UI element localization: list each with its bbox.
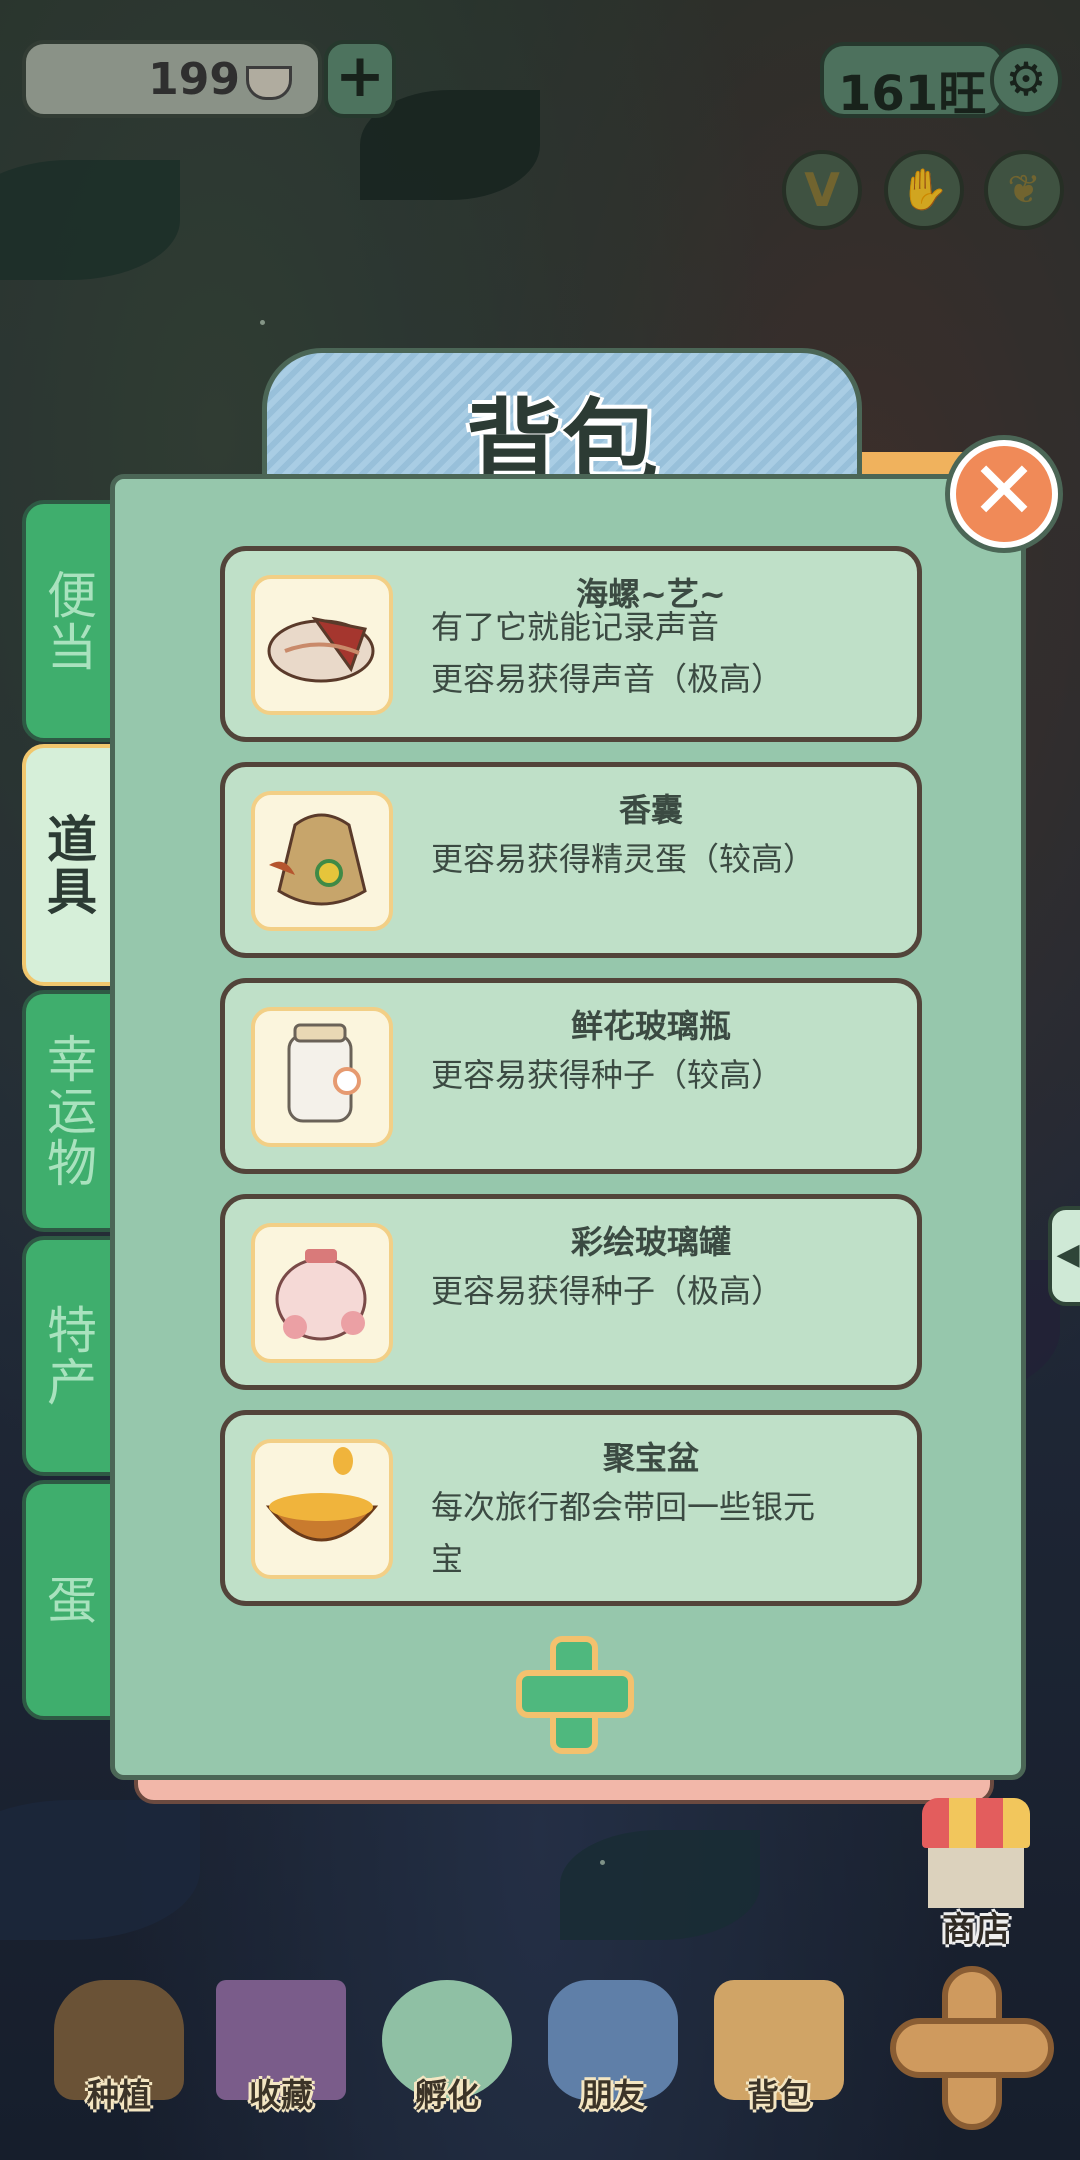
shop-awning-icon — [922, 1798, 1030, 1848]
item-name: 鲜花玻璃瓶 — [570, 1007, 731, 1045]
item-card-treasure-bowl[interactable]: 聚宝盆 每次旅行都会带回一些银元 宝 — [220, 1410, 922, 1606]
item-name: 彩绘玻璃罐 — [570, 1223, 731, 1261]
painted-glass-jar-icon — [251, 1223, 393, 1363]
tab-bento[interactable]: 便当 — [22, 500, 114, 742]
shop-button[interactable]: 商店 — [914, 1790, 1038, 1950]
item-description: 更容易获得精灵蛋（较高） — [431, 840, 816, 878]
nav-collection[interactable]: 收藏 — [206, 1970, 356, 2120]
close-button[interactable]: ✕ — [950, 440, 1058, 548]
item-name: 香囊 — [618, 791, 683, 829]
nav-hatch[interactable]: 孵化 — [372, 1970, 522, 2120]
item-description: 每次旅行都会带回一些银元 宝 — [431, 1488, 816, 1578]
tab-eggs[interactable]: 蛋 — [22, 1480, 114, 1720]
item-name: 聚宝盆 — [602, 1439, 699, 1477]
nav-backpack[interactable]: 背包 — [704, 1970, 854, 2120]
tab-items[interactable]: 道具 — [22, 744, 114, 986]
item-card-flower-bottle[interactable]: 鲜花玻璃瓶 更容易获得种子（较高） — [220, 978, 922, 1174]
plus-menu-button[interactable] — [890, 1966, 1054, 2130]
tab-lucky-charms[interactable]: 幸运物 — [22, 990, 114, 1232]
sachet-pouch-icon — [251, 791, 393, 931]
nav-label: 收藏 — [248, 2076, 313, 2114]
add-item-button[interactable] — [510, 1630, 640, 1760]
nav-label: 朋友 — [580, 2076, 645, 2114]
expand-arrow-icon[interactable]: ◀ — [1048, 1206, 1080, 1306]
nav-friends[interactable]: 朋友 — [538, 1970, 688, 2120]
item-description: 更容易获得种子（极高） — [431, 1272, 784, 1310]
shop-label: 商店 — [942, 1910, 1010, 1950]
nav-planting[interactable]: 种植 — [44, 1970, 194, 2120]
item-card-sachet[interactable]: 香囊 更容易获得精灵蛋（较高） — [220, 762, 922, 958]
item-card-painted-jar[interactable]: 彩绘玻璃罐 更容易获得种子（极高） — [220, 1194, 922, 1390]
nav-label: 种植 — [86, 2076, 151, 2114]
nav-label: 背包 — [746, 2076, 811, 2114]
item-description: 更容易获得种子（较高） — [431, 1056, 784, 1094]
conch-shell-icon — [251, 575, 393, 715]
treasure-bowl-icon — [251, 1439, 393, 1579]
nav-label: 孵化 — [414, 2076, 479, 2114]
tab-specialties[interactable]: 特产 — [22, 1236, 114, 1476]
shop-building-icon — [928, 1848, 1024, 1908]
item-card-conch[interactable]: 海螺~艺~ 有了它就能记录声音 更容易获得声音（极高） — [220, 546, 922, 742]
flower-glass-bottle-icon — [251, 1007, 393, 1147]
item-description: 有了它就能记录声音 更容易获得声音（极高） — [431, 608, 784, 698]
